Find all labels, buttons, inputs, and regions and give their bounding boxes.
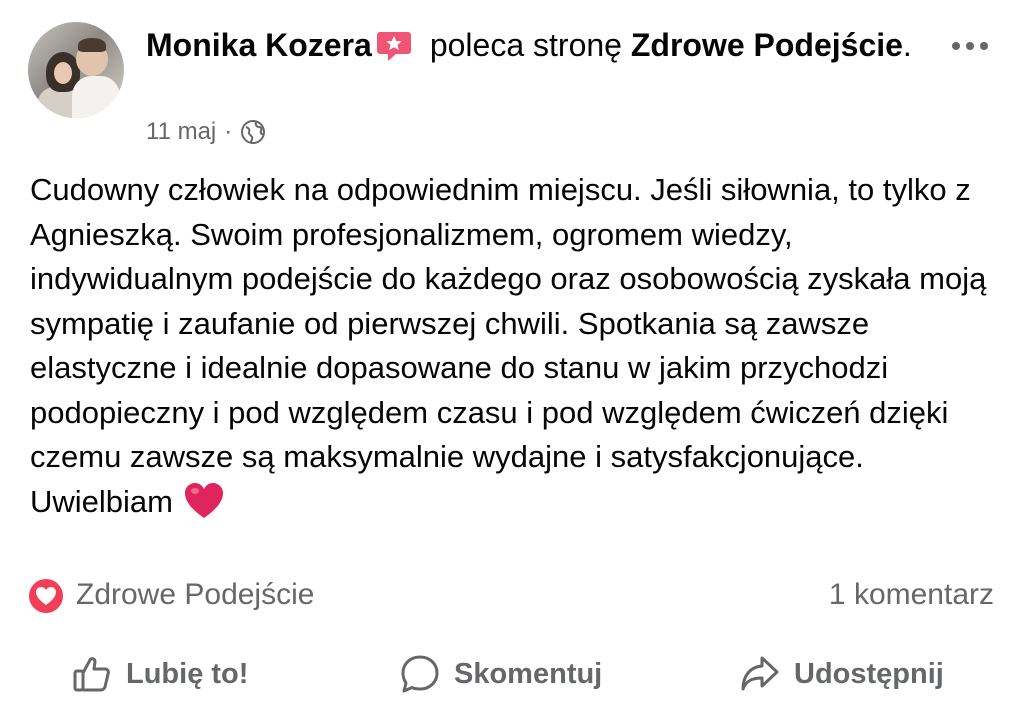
reactions-row: Zdrowe Podejście 1 komentarz (28, 574, 994, 618)
reaction-label[interactable]: Zdrowe Podejście (76, 578, 314, 612)
author-name[interactable]: Monika Kozera (146, 27, 372, 63)
red-heart-emoji (184, 482, 223, 518)
title-period: . (902, 27, 912, 63)
post-header: Monika Kozera poleca stronę Zdrowe Podej… (28, 22, 996, 152)
post-body-text: Cudowny człowiek na odpowiednim miejscu.… (30, 172, 987, 519)
meta-separator: · (224, 118, 233, 145)
avatar[interactable] (28, 22, 124, 118)
comment-button[interactable]: Skomentuj (400, 654, 602, 694)
comment-bubble-icon (401, 655, 439, 693)
like-label: Lubię to! (126, 657, 249, 690)
share-label: Udostępnij (794, 657, 944, 690)
actions-row: Lubię to! Skomentuj Udostępnij (0, 648, 1024, 708)
comments-count[interactable]: 1 komentarz (829, 578, 994, 612)
thumbs-up-icon (73, 657, 110, 692)
post-date[interactable]: 11 maj (146, 118, 216, 146)
globe-icon[interactable] (240, 119, 266, 145)
page-name-link[interactable]: Zdrowe Podejście (631, 27, 903, 63)
share-arrow-icon (741, 656, 779, 691)
post-body: Cudowny człowiek na odpowiednim miejscu.… (30, 168, 1000, 524)
post-meta: 11 maj · (146, 118, 266, 146)
comment-label: Skomentuj (454, 657, 603, 690)
recommends-text: poleca stronę (429, 27, 622, 63)
love-reaction-icon[interactable] (28, 578, 64, 614)
like-button[interactable]: Lubię to! (72, 654, 248, 694)
post-title: Monika Kozera poleca stronę Zdrowe Podej… (146, 22, 926, 68)
share-button[interactable]: Udostępnij (740, 654, 944, 694)
recommend-badge-icon (376, 32, 411, 61)
more-options-icon[interactable] (952, 42, 988, 50)
